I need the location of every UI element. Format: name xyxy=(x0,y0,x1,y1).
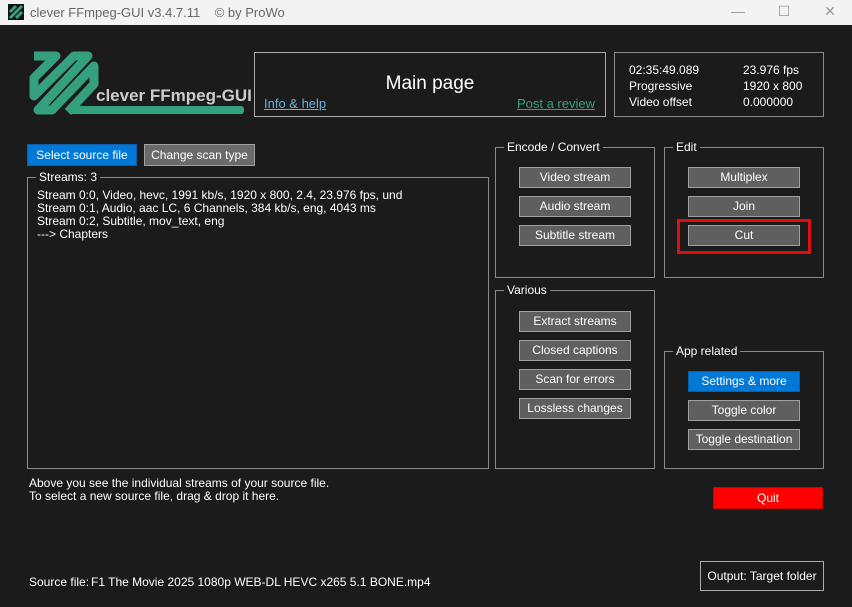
app-related-group: App related Settings & more Toggle color… xyxy=(664,344,824,469)
fps: 23.976 fps xyxy=(743,63,800,77)
post-review-link[interactable]: Post a review xyxy=(517,96,595,111)
closed-captions-button[interactable]: Closed captions xyxy=(519,340,631,361)
subtitle-stream-button[interactable]: Subtitle stream xyxy=(519,225,631,246)
toggle-color-button[interactable]: Toggle color xyxy=(688,400,800,421)
select-source-button[interactable]: Select source file xyxy=(27,144,137,166)
change-scan-type-button[interactable]: Change scan type xyxy=(144,144,255,166)
streams-list[interactable]: Stream 0:0, Video, hevc, 1991 kb/s, 1920… xyxy=(37,189,402,241)
title-bar: clever FFmpeg-GUI v3.4.7.11 © by ProWo —… xyxy=(0,0,852,25)
scan-type: Progressive xyxy=(629,79,693,93)
logo-text: clever FFmpeg-GUI xyxy=(96,86,252,105)
resolution: 1920 x 800 xyxy=(743,79,803,93)
window-title: clever FFmpeg-GUI v3.4.7.11 © by ProWo xyxy=(30,5,285,20)
edit-legend: Edit xyxy=(673,140,700,154)
join-button[interactable]: Join xyxy=(688,196,800,217)
ffmpeg-logo-icon xyxy=(29,51,244,116)
toggle-destination-button[interactable]: Toggle destination xyxy=(688,429,800,450)
video-offset-value: 0.000000 xyxy=(743,95,794,109)
cut-highlight xyxy=(677,219,811,254)
minimize-button[interactable]: — xyxy=(723,3,753,19)
close-button[interactable]: ✕ xyxy=(815,3,845,20)
multiplex-button[interactable]: Multiplex xyxy=(688,167,800,188)
source-file-value: F1 The Movie 2025 1080p WEB-DL HEVC x265… xyxy=(91,575,431,589)
maximize-button[interactable]: ☐ xyxy=(769,3,799,20)
extract-streams-button[interactable]: Extract streams xyxy=(519,311,631,332)
info-help-link[interactable]: Info & help xyxy=(264,96,326,111)
various-legend: Various xyxy=(504,283,550,297)
streams-legend: Streams: 3 xyxy=(36,170,101,184)
streams-group: Streams: 3 Stream 0:0, Video, hevc, 1991… xyxy=(27,170,489,469)
various-group: Various Extract streams Closed captions … xyxy=(495,283,655,469)
encode-group: Encode / Convert Video stream Audio stre… xyxy=(495,140,655,278)
app-related-legend: App related xyxy=(673,344,741,358)
app-icon xyxy=(8,4,24,20)
audio-stream-button[interactable]: Audio stream xyxy=(519,196,631,217)
settings-button[interactable]: Settings & more xyxy=(688,371,800,392)
video-stream-button[interactable]: Video stream xyxy=(519,167,631,188)
quit-button[interactable]: Quit xyxy=(713,487,823,509)
logo: clever FFmpeg-GUI xyxy=(28,50,252,120)
page-title: Main page xyxy=(385,73,475,94)
source-file-label: Source file: xyxy=(29,575,90,589)
chapters-line: ---> Chapters xyxy=(37,227,109,241)
encode-legend: Encode / Convert xyxy=(504,140,603,154)
lossless-changes-button[interactable]: Lossless changes xyxy=(519,398,631,419)
media-info-panel: 02:35:49.089 23.976 fps Progressive 1920… xyxy=(614,52,824,117)
output-folder-button[interactable]: Output: Target folder xyxy=(700,561,824,591)
edit-group: Edit Multiplex Join Cut xyxy=(664,140,824,278)
video-offset-label: Video offset xyxy=(629,95,692,109)
scan-errors-button[interactable]: Scan for errors xyxy=(519,369,631,390)
header-panel: Main page Info & help Post a review xyxy=(254,52,606,117)
hint-line-2: To select a new source file, drag & drop… xyxy=(29,489,280,503)
duration: 02:35:49.089 xyxy=(629,63,700,77)
